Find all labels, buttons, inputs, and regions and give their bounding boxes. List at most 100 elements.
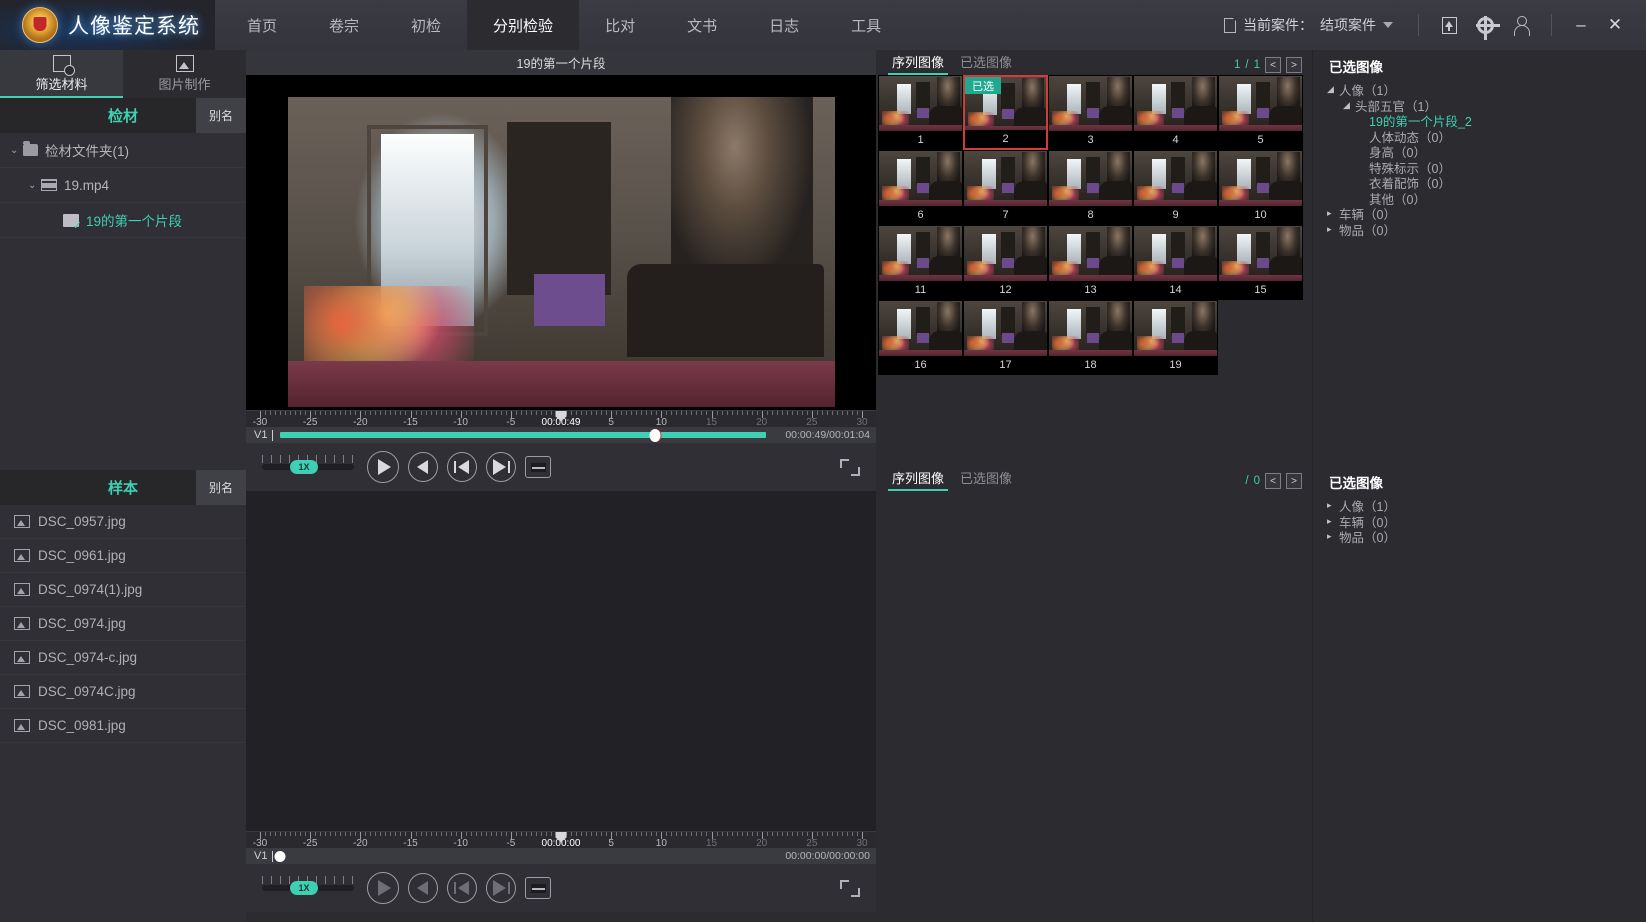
sample-list-item[interactable]: DSC_0974-c.jpg (0, 641, 246, 675)
thumbnail-cell[interactable]: 12 (963, 225, 1048, 300)
waveform-button[interactable] (525, 456, 551, 478)
prev-page-button-bottom[interactable]: < (1265, 473, 1281, 489)
sample-list-item[interactable]: DSC_0961.jpg (0, 539, 246, 573)
nav-item-0[interactable]: 首页 (221, 0, 303, 50)
left-tab-0[interactable]: 筛选材料 (0, 50, 123, 98)
pagination-bottom: / 0 < > (1240, 473, 1302, 489)
thumbnail-cell[interactable]: 4 (1133, 75, 1218, 150)
thumbnail-cell[interactable]: 3 (1048, 75, 1133, 150)
nav-item-2[interactable]: 初检 (385, 0, 467, 50)
evidence-tree-label: 19的第一个片段 (86, 214, 183, 229)
user-button[interactable] (1503, 8, 1539, 42)
next-page-button[interactable]: > (1286, 57, 1302, 73)
step-back-button[interactable] (447, 873, 477, 903)
nav-item-7[interactable]: 工具 (825, 0, 907, 50)
close-button[interactable]: ✕ (1598, 8, 1632, 42)
selected-images-tree-row[interactable]: 特殊标示（0） (1313, 160, 1646, 176)
selected-images-tree-row[interactable]: 19的第一个片段_2 (1313, 113, 1646, 129)
tree-arrow-icon[interactable]: ▸ (1327, 500, 1339, 511)
thumbnail-cell[interactable]: 17 (963, 300, 1048, 375)
thumbnail-cell[interactable]: 8 (1048, 150, 1133, 225)
minimize-button[interactable]: – (1564, 8, 1598, 42)
sample-list-item[interactable]: DSC_0974.jpg (0, 607, 246, 641)
thumbnail-cell[interactable]: 19 (1133, 300, 1218, 375)
fullscreen-button[interactable] (840, 458, 860, 476)
evidence-tree-row[interactable]: 19的第一个片段 (0, 203, 246, 238)
thumbnail-cell[interactable]: 11 (878, 225, 963, 300)
play-button[interactable] (367, 451, 399, 483)
top-timeline-ruler[interactable]: -30 -25 -20 -15 -10 -5 00:00:49 5 10 15 20 25 30 (246, 410, 876, 427)
sample-list-item[interactable]: DSC_0981.jpg (0, 709, 246, 743)
left-tab-1[interactable]: 图片制作 (123, 50, 246, 98)
thumbnail-cell[interactable]: 18 (1048, 300, 1133, 375)
selected-images-tree-row[interactable]: 衣着配饰（0） (1313, 175, 1646, 191)
tree-arrow-icon[interactable]: ▸ (1327, 224, 1339, 235)
nav-item-6[interactable]: 日志 (743, 0, 825, 50)
nav-item-3[interactable]: 分别检验 (467, 0, 580, 50)
chevron-icon[interactable]: ⌄ (28, 180, 41, 191)
speed-value[interactable]: 1X (290, 881, 318, 895)
video-player[interactable] (246, 75, 876, 410)
tree-arrow-icon[interactable]: ◢ (1343, 100, 1355, 111)
speed-slider[interactable]: 1X (262, 455, 354, 474)
tree-arrow-icon[interactable]: ◢ (1327, 84, 1339, 95)
nav-item-1[interactable]: 卷宗 (303, 0, 385, 50)
selected-images-tree-row[interactable]: ▸ 物品（0） (1313, 529, 1646, 545)
sample-list-item[interactable]: DSC_0974C.jpg (0, 675, 246, 709)
prev-page-button[interactable]: < (1265, 57, 1281, 73)
ruler-tick (400, 832, 402, 836)
selected-images-tree-row[interactable]: 人体动态（0） (1313, 129, 1646, 145)
evidence-tree-row[interactable]: ⌄ 19.mp4 (0, 168, 246, 203)
current-case[interactable]: 当前案件： 结项案件 (1224, 15, 1406, 35)
sample-alias-button[interactable]: 别名 (196, 470, 246, 505)
thumbnail-cell[interactable]: 5 (1218, 75, 1303, 150)
speed-slider[interactable]: 1X (262, 876, 354, 895)
next-page-button-bottom[interactable]: > (1286, 473, 1302, 489)
thumbnail-cell[interactable]: 9 (1133, 150, 1218, 225)
track-playhead-dot[interactable] (274, 850, 286, 862)
nav-item-4[interactable]: 比对 (579, 0, 661, 50)
tab-selected-images-bottom[interactable]: 已选图像 (952, 468, 1020, 491)
nav-item-5[interactable]: 文书 (661, 0, 743, 50)
tree-arrow-icon[interactable]: ▸ (1327, 516, 1339, 527)
selected-images-tree-row[interactable]: 身高（0） (1313, 144, 1646, 160)
thumbnail-cell[interactable]: 7 (963, 150, 1048, 225)
tab-sequence-images-bottom[interactable]: 序列图像 (884, 468, 952, 491)
step-back-button[interactable] (447, 452, 477, 482)
step-forward-button[interactable] (486, 452, 516, 482)
thumbnail-cell[interactable]: 6 (878, 150, 963, 225)
fullscreen-button[interactable] (840, 879, 860, 897)
track-clip-bar[interactable] (280, 432, 766, 438)
chevron-down-icon[interactable] (1383, 22, 1393, 28)
sample-list-item[interactable]: DSC_0957.jpg (0, 505, 246, 539)
reverse-button[interactable] (408, 452, 438, 482)
tab-sequence-images[interactable]: 序列图像 (884, 52, 952, 75)
thumbnail-cell[interactable]: 已选 2 (963, 75, 1048, 150)
speed-value[interactable]: 1X (290, 460, 318, 474)
tree-arrow-icon[interactable]: ▸ (1327, 208, 1339, 219)
play-button[interactable] (367, 872, 399, 904)
evidence-alias-button[interactable]: 别名 (196, 98, 246, 133)
reverse-button[interactable] (408, 873, 438, 903)
thumbnail-cell[interactable]: 13 (1048, 225, 1133, 300)
thumbnail-cell[interactable]: 15 (1218, 225, 1303, 300)
thumbnail-cell[interactable]: 16 (878, 300, 963, 375)
thumbnail-cell[interactable]: 1 (878, 75, 963, 150)
settings-button[interactable] (1467, 8, 1503, 42)
bottom-timeline-track[interactable]: V1 00:00:00/00:00:00 (246, 848, 876, 864)
track-playhead-knob[interactable] (649, 428, 661, 442)
chevron-icon[interactable]: ⌄ (10, 145, 23, 156)
top-timeline-track[interactable]: V1 00:00:49/00:01:04 (246, 427, 876, 443)
bottom-timeline-ruler[interactable]: -30 -25 -20 -15 -10 -5 00:00:00 5 10 15 20 25 30 (246, 831, 876, 848)
thumbnail-cell[interactable]: 14 (1133, 225, 1218, 300)
tree-arrow-icon[interactable]: ▸ (1327, 531, 1339, 542)
evidence-tree-row[interactable]: ⌄ 检材文件夹(1) (0, 133, 246, 168)
selected-images-tree-row[interactable]: ▸ 物品（0） (1313, 222, 1646, 238)
step-forward-button[interactable] (486, 873, 516, 903)
tab-selected-images[interactable]: 已选图像 (952, 52, 1020, 75)
sample-list-item[interactable]: DSC_0974(1).jpg (0, 573, 246, 607)
upload-button[interactable] (1431, 8, 1467, 42)
waveform-button[interactable] (525, 877, 551, 899)
selected-images-tree-row[interactable]: ◢ 头部五官（1） (1313, 98, 1646, 114)
thumbnail-cell[interactable]: 10 (1218, 150, 1303, 225)
